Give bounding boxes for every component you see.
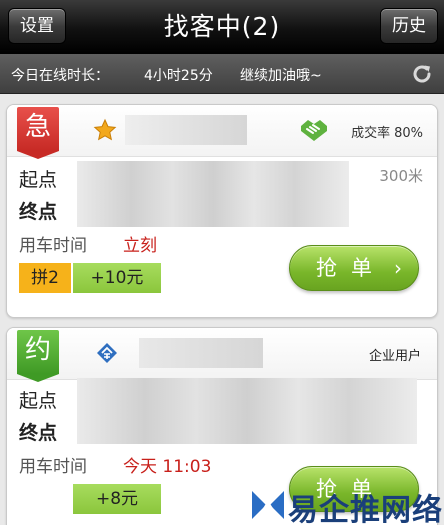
watermark-text: 易企推网络 [288, 493, 443, 525]
user-type-label: 企业用户 [368, 349, 421, 364]
order-card[interactable]: 急 成交率 80% 起点 终点 300米 用车时间 立刻 拼2 +10元 抢单 › [6, 104, 438, 318]
online-status-bar: 今日在线时长： 4小时25分 继续加油哦~ [0, 54, 444, 94]
use-time-value: 今天 11:03 [123, 457, 212, 477]
start-point-label: 起点 [19, 390, 58, 412]
enterprise-icon [97, 343, 117, 363]
bonus-tag: +10元 [73, 263, 161, 293]
title-bar: 设置 找客中(2) 历史 [0, 0, 444, 54]
online-duration-label: 今日在线时长： [11, 68, 109, 84]
use-time-label: 用车时间 [19, 236, 87, 256]
online-duration-value: 4小时25分 [144, 68, 213, 84]
carpool-tag: 拼2 [19, 263, 71, 293]
watermark-logo-icon [252, 489, 284, 519]
passenger-name-blurred [125, 115, 247, 145]
address-blurred [77, 378, 417, 444]
grab-order-button[interactable]: 抢单 › [289, 245, 419, 291]
end-point-label: 终点 [19, 422, 58, 444]
address-blurred [77, 161, 349, 227]
use-time-label: 用车时间 [19, 457, 87, 477]
distance-value: 300米 [379, 167, 423, 185]
order-card-header: 约 企业用户 [7, 328, 437, 382]
reservation-badge: 约 [17, 330, 59, 382]
start-point-label: 起点 [19, 169, 58, 191]
deal-rate-value: 80% [394, 126, 423, 141]
page-title: 找客中(2) [163, 12, 281, 41]
order-card-header: 急 成交率 80% [7, 105, 437, 159]
star-icon [93, 118, 117, 141]
watermark: 易企推网络 [248, 483, 442, 525]
deal-rate-label: 成交率 [351, 126, 391, 141]
refresh-icon[interactable] [410, 62, 434, 86]
urgent-badge: 急 [17, 107, 59, 159]
history-button[interactable]: 历史 [380, 8, 438, 44]
end-point-label: 终点 [19, 201, 58, 223]
handshake-icon [301, 120, 327, 141]
chevron-right-icon: › [394, 256, 402, 280]
grab-order-label: 抢单 [316, 256, 386, 280]
passenger-name-blurred [139, 338, 263, 368]
bonus-tag: +8元 [73, 484, 161, 514]
deal-rate: 成交率 80% [351, 122, 423, 141]
cheer-text: 继续加油哦~ [240, 68, 322, 84]
use-time-value: 立刻 [123, 236, 157, 256]
